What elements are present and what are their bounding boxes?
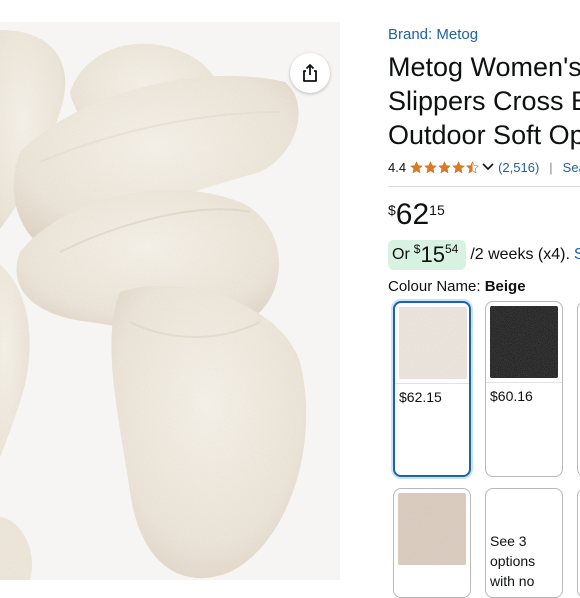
star-full-icon (438, 160, 451, 173)
installment-prefix: Or (392, 246, 410, 263)
product-title-line-3: Outdoor Soft Op (388, 120, 580, 150)
swatch-divider (486, 382, 562, 383)
see-options-text: See 3 options with no (490, 533, 536, 589)
product-image[interactable] (0, 22, 340, 580)
installment-whole: 15 (420, 242, 445, 267)
share-icon (303, 64, 317, 82)
colour-value: Beige (484, 278, 526, 295)
swatch-image (399, 307, 467, 379)
search-reviews-link[interactable]: Sea (563, 160, 580, 175)
star-full-icon (410, 160, 423, 173)
price-fraction: 15 (429, 202, 445, 218)
swatch-image (490, 306, 558, 378)
slipper-photo (0, 22, 340, 580)
chevron-down-icon[interactable] (482, 162, 494, 172)
swatch-divider (395, 383, 469, 384)
divider (388, 186, 580, 187)
star-half-icon (466, 160, 480, 173)
installment-row: Or $15 54 /2 weeks (x4). S (388, 240, 580, 270)
top-bar (0, 0, 580, 22)
swatch-black[interactable]: $60.16 (485, 301, 563, 477)
review-count-link[interactable]: (2,516) (498, 160, 539, 175)
product-title-line-1: Metog Women's (388, 52, 580, 82)
colour-label: Colour Name: Beige (388, 278, 526, 295)
swatch-beige[interactable]: $62.15 (393, 301, 471, 477)
installment-link[interactable]: S (574, 246, 580, 264)
installment-suffix: /2 weeks (x4). (470, 246, 570, 263)
installment-currency: $ (413, 242, 421, 256)
rating-value: 4.4 (388, 159, 407, 175)
installment-badge: Or $15 54 (388, 240, 467, 270)
price: $6215 (388, 198, 445, 232)
share-button[interactable] (290, 53, 330, 93)
swatch-price: $62.15 (399, 389, 442, 405)
brand-link[interactable]: Brand: Metog (388, 26, 478, 43)
price-whole: 62 (395, 198, 430, 231)
swatch-tan[interactable] (393, 488, 471, 598)
product-title-line-2: Slippers Cross B (388, 86, 580, 116)
price-currency: $ (388, 202, 396, 218)
swatch-image (398, 493, 466, 565)
swatch-see-options[interactable]: See 3 options with no (485, 488, 563, 598)
installment-fraction: 54 (444, 242, 459, 256)
swatch-price: $60.16 (490, 388, 533, 404)
star-rating[interactable] (410, 160, 480, 174)
colour-label-text: Colour Name: (388, 278, 481, 295)
separator: | (549, 159, 553, 175)
star-full-icon (452, 160, 465, 173)
star-full-icon (424, 160, 437, 173)
rating-row: 4.4 (2,516) | Sea (388, 157, 580, 177)
